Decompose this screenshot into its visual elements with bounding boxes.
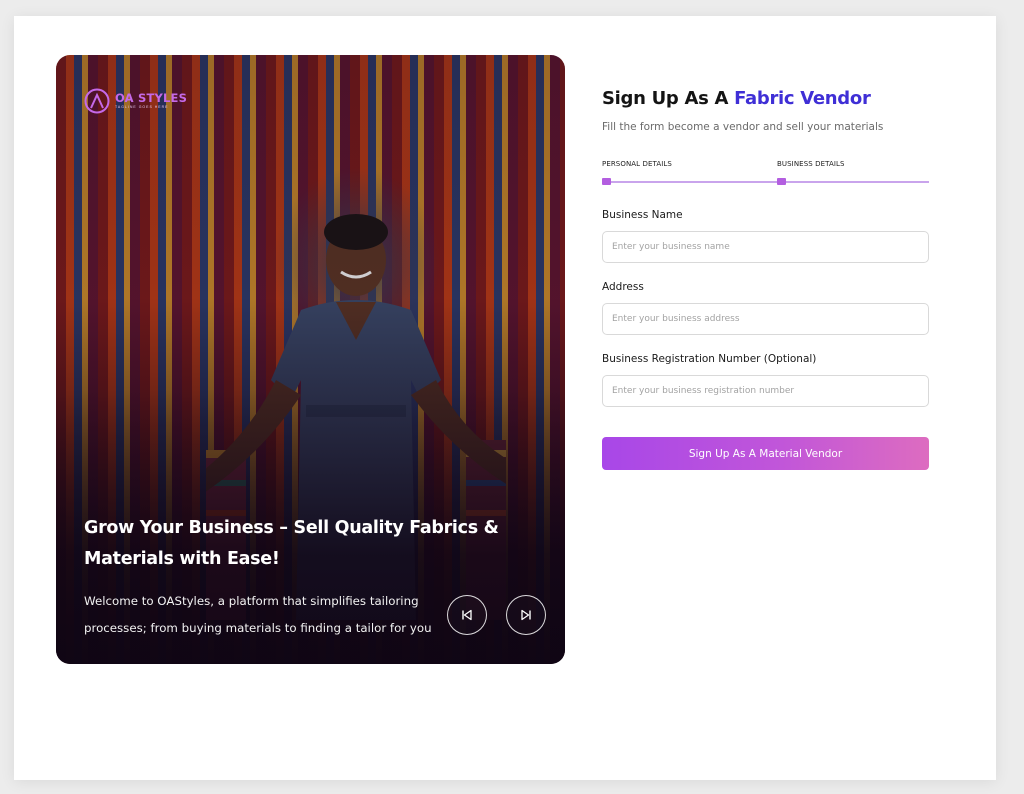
step-indicator-business	[777, 178, 786, 185]
registration-number-field-group: Business Registration Number (Optional)	[602, 353, 929, 407]
address-field-group: Address	[602, 281, 929, 335]
step-indicator-personal	[602, 178, 611, 185]
registration-number-input[interactable]	[602, 375, 929, 407]
skip-previous-icon	[462, 609, 472, 621]
previous-slide-button[interactable]	[447, 595, 487, 635]
page-title: Sign Up As A Fabric Vendor	[602, 88, 871, 109]
skip-next-icon	[521, 609, 531, 621]
hero-panel: OA STYLES TAGLINE GOES HERE Grow Your Bu…	[56, 55, 565, 664]
step-progress: PERSONAL DETAILS BUSINESS DETAILS	[602, 160, 929, 190]
hero-description: Welcome to OAStyles, a platform that sim…	[84, 594, 432, 635]
business-name-input[interactable]	[602, 231, 929, 263]
title-accent: Fabric Vendor	[734, 88, 871, 109]
next-slide-button[interactable]	[506, 595, 546, 635]
brand-logo[interactable]: OA STYLES TAGLINE GOES HERE	[84, 88, 187, 114]
signup-submit-button[interactable]: Sign Up As A Material Vendor	[602, 437, 929, 470]
step-personal-details[interactable]: PERSONAL DETAILS	[602, 160, 672, 168]
page-subtitle: Fill the form become a vendor and sell y…	[602, 121, 884, 133]
hero-title: Grow Your Business – Sell Quality Fabric…	[84, 518, 499, 569]
oa-logo-icon	[84, 88, 110, 114]
step-business-details[interactable]: BUSINESS DETAILS	[777, 160, 845, 168]
address-input[interactable]	[602, 303, 929, 335]
brand-name: OA STYLES	[115, 90, 188, 105]
step-progress-line	[602, 181, 929, 183]
brand-tagline: TAGLINE GOES HERE	[115, 105, 169, 109]
registration-number-label: Business Registration Number (Optional)	[602, 353, 817, 365]
business-name-field-group: Business Name	[602, 209, 929, 263]
address-label: Address	[602, 281, 644, 293]
business-name-label: Business Name	[602, 209, 683, 221]
signup-form: Sign Up As A Fabric Vendor Fill the form…	[602, 88, 929, 470]
